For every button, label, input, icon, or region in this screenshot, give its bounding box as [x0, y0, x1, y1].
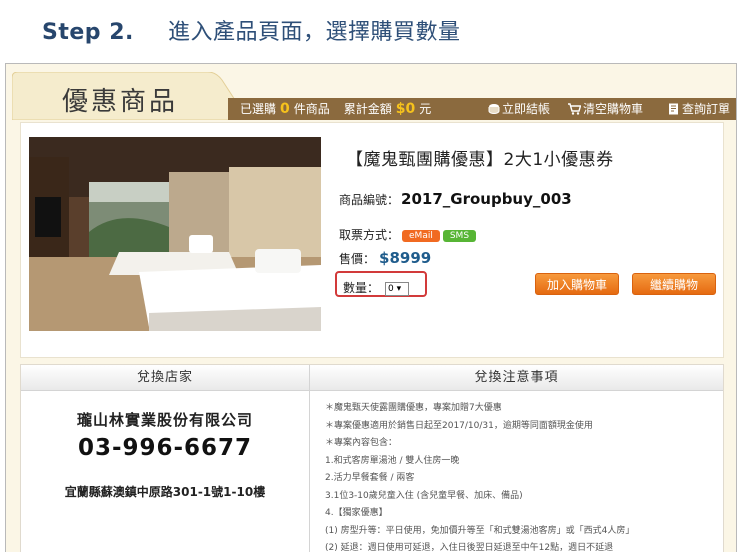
cart-summary: 已選購 0 件商品 累計金額 $0 元 [240, 100, 431, 117]
total-prefix: 累計金額 [343, 102, 392, 116]
chevron-down-icon: ▾ [396, 284, 402, 294]
price-value: $8999 [379, 249, 432, 267]
continue-shopping-button[interactable]: 繼續購物 [632, 273, 716, 295]
product-title: 【魔鬼甄團購優惠】2大1小優惠券 [346, 150, 614, 170]
list-item: 4.【獨家優惠】 [325, 508, 388, 518]
price-label: 售價： [339, 252, 376, 266]
email-badge: eMail [402, 230, 440, 242]
step-heading: Step 2. 進入產品頁面，選擇購買數量 [42, 14, 461, 46]
cart-icon [568, 103, 582, 115]
query-orders-link[interactable]: 查詢訂單 [668, 100, 730, 117]
product-code-row: 商品編號： 2017_Groupbuy_003 [339, 189, 572, 208]
info-panel: 兌換店家 兌換注意事項 瓏山林實業股份有限公司 03-996-6677 宜蘭縣蘇… [20, 364, 724, 552]
step-instruction: 進入產品頁面，選擇購買數量 [168, 20, 461, 45]
selected-prefix: 已選購 [240, 102, 277, 116]
quantity-value: 0 [388, 284, 394, 294]
total-amount: $0 [395, 101, 416, 117]
column-divider [309, 365, 310, 552]
sms-badge: SMS [442, 230, 477, 242]
product-panel: 【魔鬼甄團購優惠】2大1小優惠券 商品編號： 2017_Groupbuy_003 … [20, 122, 724, 358]
coins-icon [488, 104, 500, 114]
checkout-label: 立即結帳 [502, 102, 551, 116]
store-name: 瓏山林實業股份有限公司 [76, 411, 253, 429]
page-title: 優惠商品 [62, 87, 179, 117]
selected-suffix: 件商品 [293, 102, 330, 116]
notes-list: ＊魔鬼甄天使露團購優惠，專案加贈7大優惠 ＊專案優惠適用於銷售日起至2017/1… [325, 400, 721, 552]
product-code: 2017_Groupbuy_003 [401, 190, 572, 208]
price-row: 售價： $8999 [339, 248, 431, 267]
selected-count: 0 [280, 101, 290, 117]
product-code-label: 商品編號： [339, 193, 400, 207]
ticket-method-row: 取票方式： eMail SMS [339, 224, 477, 243]
list-item: ＊魔鬼甄天使露團購優惠，專案加贈7大優惠 [325, 403, 502, 413]
notes-header: 兌換注意事項 [310, 365, 723, 391]
shop-header: 優惠商品 已選購 0 件商品 累計金額 $0 元 立即結帳 清空購物車 查詢訂單 [6, 64, 736, 120]
list-item: 1.和式客房單湯池 / 雙人住房一晚 [325, 455, 460, 466]
quantity-highlight: 數量： 0 ▾ [335, 271, 427, 297]
order-list-icon [669, 103, 678, 115]
list-item: ＊專案優惠適用於銷售日起至2017/10/31，逾期等同面額現金使用 [325, 420, 593, 431]
clear-cart-label: 清空購物車 [583, 102, 644, 116]
query-orders-label: 查詢訂單 [682, 102, 731, 116]
list-item: ＊專案內容包含： [325, 438, 398, 448]
store-header: 兌換店家 [21, 365, 309, 391]
step-number: Step 2. [42, 20, 134, 45]
ticket-method-label: 取票方式： [339, 228, 400, 242]
checkout-link[interactable]: 立即結帳 [488, 100, 550, 117]
shop-window: 優惠商品 已選購0件商品累計金額$0元 立即結帳 清空購物車 查詢訂單 [5, 63, 737, 552]
quantity-select[interactable]: 0 ▾ [385, 282, 410, 296]
list-item: (1) 房型升等：平日使用，免加價升等至「和式雙湯池客房」或「西式4人房」 [325, 525, 635, 536]
store-address: 宜蘭縣蘇澳鎮中原路301-1號1-10樓 [64, 485, 266, 499]
product-photo [29, 137, 321, 331]
list-item: (2) 延退：週日使用可延退，入住日後翌日延退至中午12點，週日不延退 [325, 543, 614, 552]
total-suffix: 元 [419, 102, 432, 116]
store-phone: 03-996-6677 [77, 435, 253, 461]
clear-cart-link[interactable]: 清空購物車 [568, 100, 643, 117]
add-to-cart-button[interactable]: 加入購物車 [535, 273, 619, 295]
list-item: 2.活力早餐套餐 / 兩客 [325, 473, 415, 483]
quantity-label: 數量： [343, 281, 380, 295]
list-item: 3.1位3-10歲兒童入住 (含兒童早餐、加床、備品) [325, 490, 523, 501]
